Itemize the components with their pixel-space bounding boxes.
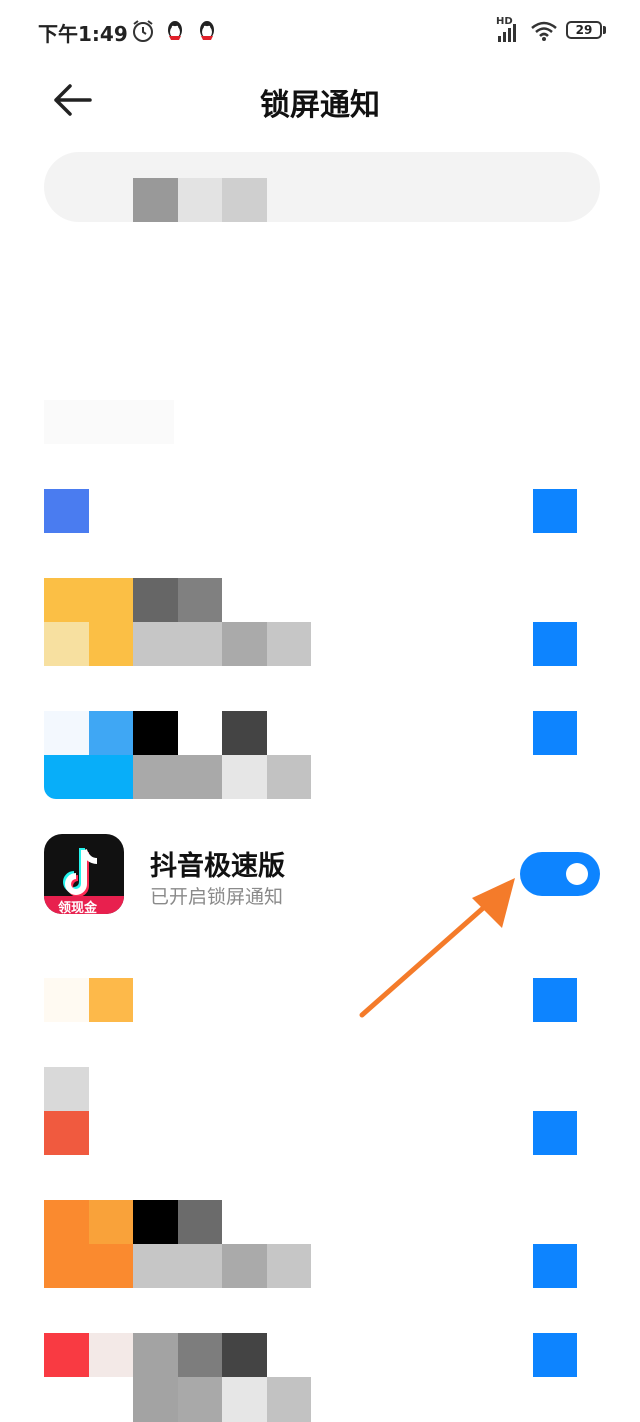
pixelated-text — [178, 578, 222, 622]
pixelated-text — [222, 622, 267, 666]
app-name: 抖音极速版 — [150, 851, 285, 882]
pixelated-app-icon — [44, 1067, 89, 1111]
status-bar: 下午1:49 HD 29 — [0, 0, 640, 62]
pixelated-text — [222, 1377, 267, 1422]
toggle-switch[interactable] — [533, 1111, 577, 1155]
pixelated-text — [222, 755, 267, 799]
pixelated-text — [222, 1244, 267, 1288]
pixelated-app-icon — [44, 1111, 89, 1155]
pixelated-text — [133, 1333, 178, 1422]
pixelated-app-icon — [44, 711, 89, 755]
toggle-switch[interactable] — [533, 622, 577, 666]
pixelated-text — [267, 755, 311, 799]
qq-icon-2 — [200, 21, 214, 40]
annotation-arrow-icon — [359, 878, 515, 1018]
pixelated-app-icon — [89, 622, 133, 666]
pixelated-app-icon — [44, 1333, 89, 1377]
pixelated-app-icon — [89, 711, 133, 755]
pixelated-app-icon — [89, 1333, 133, 1377]
pixelated-text — [178, 1200, 222, 1244]
pixelated-text — [222, 1333, 267, 1377]
pixelated-app-icon — [89, 978, 133, 1022]
pixelated-app-icon — [44, 578, 89, 622]
alarm-icon — [133, 20, 153, 42]
pixelated-text — [267, 622, 311, 666]
pixelated-text — [133, 622, 222, 666]
wifi-icon — [531, 21, 557, 41]
toggle-switch[interactable] — [533, 489, 577, 533]
icon-badge-text: 领现金 — [58, 901, 98, 916]
lockscreen-notification-toggle[interactable] — [520, 852, 600, 896]
toggle-switch[interactable] — [533, 1333, 577, 1377]
pixelated-app-icon — [89, 578, 133, 622]
pixelated-app-icon — [44, 489, 89, 533]
app-status: 已开启锁屏通知 — [150, 886, 284, 908]
pixelated-text — [267, 1244, 311, 1288]
pixelated-text — [133, 711, 178, 755]
battery-indicator: 29 — [566, 21, 602, 39]
pixelated-block — [44, 400, 174, 444]
pixelated-app-icon — [44, 755, 133, 799]
pixelated-text — [133, 1244, 222, 1288]
signal-icon — [498, 24, 516, 42]
pixelated-text — [178, 1377, 222, 1422]
pixelated-app-icon — [89, 1200, 133, 1244]
pixelated-text — [133, 1200, 178, 1244]
pixelated-app-icon — [44, 978, 89, 1022]
battery-tip — [603, 26, 606, 34]
pixelated-text — [133, 755, 222, 799]
toggle-switch[interactable] — [533, 711, 577, 755]
pixelated-text — [133, 578, 178, 622]
pixelated-app-icon — [44, 622, 89, 666]
toggle-switch[interactable] — [533, 1244, 577, 1288]
pixelated-text — [267, 1377, 311, 1422]
pixelated-block — [133, 178, 178, 222]
pixelated-block — [222, 178, 267, 222]
search-input[interactable] — [44, 152, 600, 222]
toggle-knob — [566, 863, 588, 885]
qq-icon — [168, 21, 182, 40]
page-title: 锁屏通知 — [260, 88, 380, 123]
toggle-switch[interactable] — [533, 978, 577, 1022]
pixelated-block — [178, 178, 223, 222]
douyin-lite-app-icon: 领现金 — [44, 834, 124, 916]
pixelated-text — [178, 1333, 222, 1377]
pixelated-text — [222, 711, 267, 755]
status-time: 下午1:49 — [38, 22, 128, 46]
